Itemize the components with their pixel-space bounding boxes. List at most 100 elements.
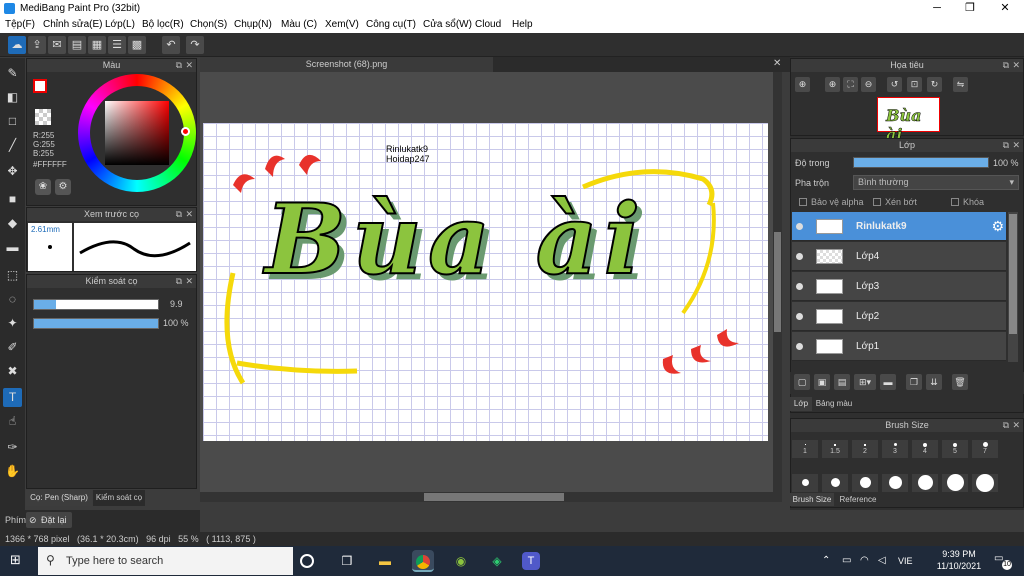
wifi-icon[interactable]: ◠ <box>860 555 869 566</box>
tab-reference[interactable]: Reference <box>835 493 881 506</box>
brush-size-cell[interactable] <box>942 474 968 492</box>
brush-size-cell[interactable]: 1.5 <box>822 440 848 458</box>
hand-tool-icon[interactable]: ✋ <box>3 462 22 481</box>
color-settings-icon[interactable]: ⚙ <box>55 179 71 195</box>
expand-icon[interactable]: ⧉ <box>176 275 182 288</box>
brush-size-cell[interactable] <box>852 474 878 492</box>
menu-layer[interactable]: Lớp(L) <box>105 19 135 30</box>
menu-window[interactable]: Cửa sổ(W) <box>423 19 472 30</box>
zoom-plus-icon[interactable]: ⊕ <box>825 77 840 92</box>
brush-size-cell[interactable]: 5 <box>942 440 968 458</box>
trash-icon[interactable]: 🗑 <box>952 374 968 390</box>
saturation-square[interactable] <box>105 101 169 165</box>
file-explorer-icon[interactable]: ▬ <box>374 550 396 572</box>
brush-size-cell[interactable] <box>822 474 848 492</box>
menu-select[interactable]: Chọn(S) <box>190 19 227 30</box>
tab-document[interactable]: Screenshot (68).png <box>200 57 493 72</box>
zoom-out-icon[interactable]: ⊖ <box>861 77 876 92</box>
move-tool-icon[interactable]: ✥ <box>3 162 22 181</box>
expand-icon[interactable]: ⧉ <box>176 208 182 221</box>
brush-size-cell[interactable]: 4 <box>912 440 938 458</box>
eraser-tool-icon[interactable]: ◧ <box>3 88 22 107</box>
new-8bit-layer-icon[interactable]: ▤ <box>834 374 850 390</box>
brush-size-cell[interactable] <box>882 474 908 492</box>
eyedropper-icon[interactable]: ✑ <box>3 438 22 457</box>
gear-icon[interactable]: ⚙ <box>991 218 1004 235</box>
line-tool-icon[interactable]: ╱ <box>3 136 22 155</box>
taskbar-search-input[interactable]: ⚲ Type here to search <box>38 547 293 575</box>
flip-icon[interactable]: ⇋ <box>953 77 968 92</box>
text-tool-icon[interactable]: T <box>3 388 22 407</box>
expand-icon[interactable]: ⧉ <box>176 59 182 72</box>
restore-icon[interactable]: ❐ <box>963 2 977 14</box>
redo-icon[interactable]: ↷ <box>186 36 204 54</box>
select-rect-icon[interactable]: ⬚ <box>3 266 22 285</box>
menu-edit[interactable]: Chỉnh sửa(E) <box>43 19 103 30</box>
horizontal-scrollbar[interactable] <box>200 492 782 502</box>
magic-wand-icon[interactable]: ✦ <box>3 314 22 333</box>
menu-capture[interactable]: Chụp(N) <box>234 19 272 30</box>
grid-icon[interactable]: ▩ <box>128 36 146 54</box>
layer-row[interactable]: Lớp1 <box>792 332 1006 361</box>
close-panel-icon[interactable]: ✕ <box>1012 59 1020 72</box>
lock-checkbox[interactable] <box>951 198 959 206</box>
tab-pen[interactable]: Cọ: Pen (Sharp) <box>26 490 92 506</box>
medibang-icon[interactable]: ◉ <box>450 550 472 572</box>
menu-help[interactable]: Help <box>512 19 533 30</box>
brush-opacity-slider[interactable] <box>33 318 159 329</box>
brush-size-cell[interactable]: 2 <box>852 440 878 458</box>
comment-icon[interactable]: ✉ <box>48 36 66 54</box>
layer-scrollbar[interactable] <box>1008 212 1018 362</box>
close-panel-icon[interactable]: ✕ <box>185 208 193 221</box>
menu-view[interactable]: Xem(V) <box>325 19 359 30</box>
list-icon[interactable]: ☰ <box>108 36 126 54</box>
tab-color-board[interactable]: Bảng màu <box>813 397 855 411</box>
transparent-swatch[interactable] <box>35 109 51 125</box>
visibility-icon[interactable] <box>796 343 803 350</box>
brush-size-cell[interactable]: 3 <box>882 440 908 458</box>
tab-brush-control[interactable]: Kiểm soát cọ <box>93 490 145 506</box>
brush-tool-icon[interactable]: ✎ <box>3 64 22 83</box>
duplicate-icon[interactable]: ❐ <box>906 374 922 390</box>
add-layer-menu-icon[interactable]: ⊞▾ <box>854 374 876 390</box>
layer-opacity-slider[interactable] <box>853 157 989 168</box>
close-icon[interactable]: ✕ <box>998 2 1012 14</box>
task-view-icon[interactable]: ❒ <box>336 550 358 572</box>
foreground-swatch[interactable] <box>33 79 47 93</box>
hue-wheel[interactable] <box>78 74 196 192</box>
visibility-icon[interactable] <box>796 253 803 260</box>
close-panel-icon[interactable]: ✕ <box>185 275 193 288</box>
page-icon[interactable]: ▦ <box>88 36 106 54</box>
chrome-icon[interactable] <box>412 550 434 572</box>
protect-alpha-checkbox[interactable] <box>799 198 807 206</box>
lasso-icon[interactable]: ◌ <box>3 290 22 309</box>
brush-size-cell[interactable] <box>792 474 818 492</box>
brush-size-cell[interactable]: 1 <box>792 440 818 458</box>
brush-size-cell[interactable]: 7 <box>972 440 998 458</box>
menu-filter[interactable]: Bộ lọc(R) <box>142 19 184 30</box>
navigator-thumbnail[interactable]: Bùa ài <box>877 97 940 144</box>
cortana-icon[interactable] <box>300 554 314 568</box>
select-eraser-icon[interactable]: ✖ <box>3 362 22 381</box>
folder-icon[interactable]: ▬ <box>880 374 896 390</box>
brush-size-cell[interactable] <box>972 474 998 492</box>
select-pen-icon[interactable]: ✐ <box>3 338 22 357</box>
menu-tools[interactable]: Công cụ(T) <box>366 19 416 30</box>
battery-icon[interactable]: ▭ <box>842 555 851 566</box>
visibility-icon[interactable] <box>796 223 803 230</box>
blend-mode-select[interactable]: Bình thường ▾ <box>853 175 1019 190</box>
canvas-paper[interactable]: Rinlukatk9 Hoidap247 Bùa ài <box>203 123 768 441</box>
gradient-tool-icon[interactable]: ▬ <box>3 238 22 257</box>
browser-icon[interactable]: ◈ <box>486 550 508 572</box>
layer-row[interactable]: Rinlukatk9 ⚙ <box>792 212 1006 241</box>
visibility-icon[interactable] <box>796 313 803 320</box>
brush-size-cell[interactable] <box>912 474 938 492</box>
menu-file[interactable]: Tệp(F) <box>5 19 35 30</box>
fill-rect-tool-icon[interactable]: ■ <box>3 190 22 209</box>
visibility-icon[interactable] <box>796 283 803 290</box>
layer-row[interactable]: Lớp3 <box>792 272 1006 301</box>
vertical-scrollbar[interactable] <box>773 72 782 492</box>
volume-icon[interactable]: ◁ <box>878 555 886 566</box>
menu-color[interactable]: Màu (C) <box>281 19 317 30</box>
reset-button[interactable]: ⊘ Đặt lại <box>26 512 72 528</box>
